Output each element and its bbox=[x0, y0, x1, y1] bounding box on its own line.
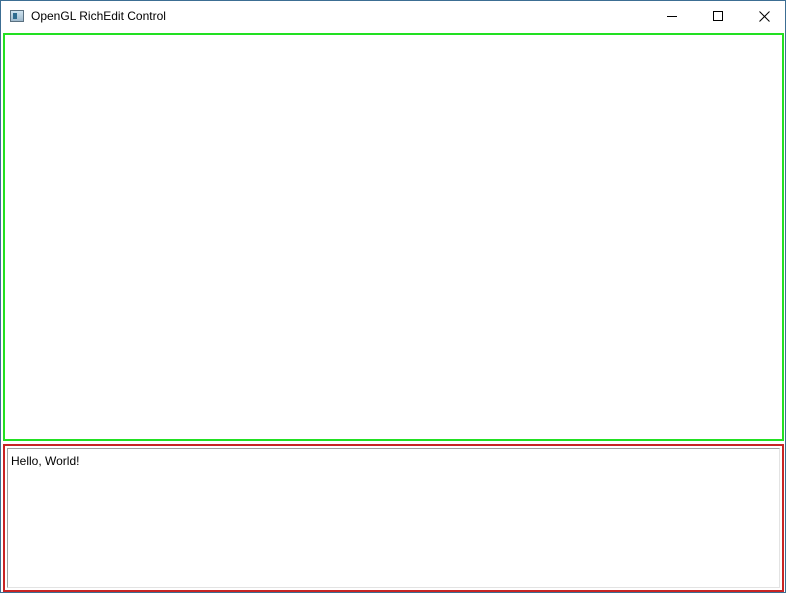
maximize-icon bbox=[713, 11, 723, 21]
minimize-button[interactable] bbox=[649, 1, 695, 31]
app-window-icon[interactable] bbox=[10, 10, 24, 22]
title-bar[interactable]: OpenGL RichEdit Control bbox=[1, 1, 785, 31]
close-icon bbox=[758, 10, 770, 22]
close-button[interactable] bbox=[741, 1, 786, 31]
app-window: OpenGL RichEdit Control Hello, World! bbox=[0, 0, 786, 593]
minimize-icon bbox=[667, 16, 677, 17]
richedit-text: Hello, World! bbox=[11, 454, 80, 468]
maximize-button[interactable] bbox=[695, 1, 741, 31]
richedit-frame: Hello, World! bbox=[3, 444, 784, 592]
richedit-control[interactable]: Hello, World! bbox=[7, 448, 780, 588]
opengl-view[interactable] bbox=[3, 33, 784, 441]
window-title: OpenGL RichEdit Control bbox=[31, 9, 166, 23]
